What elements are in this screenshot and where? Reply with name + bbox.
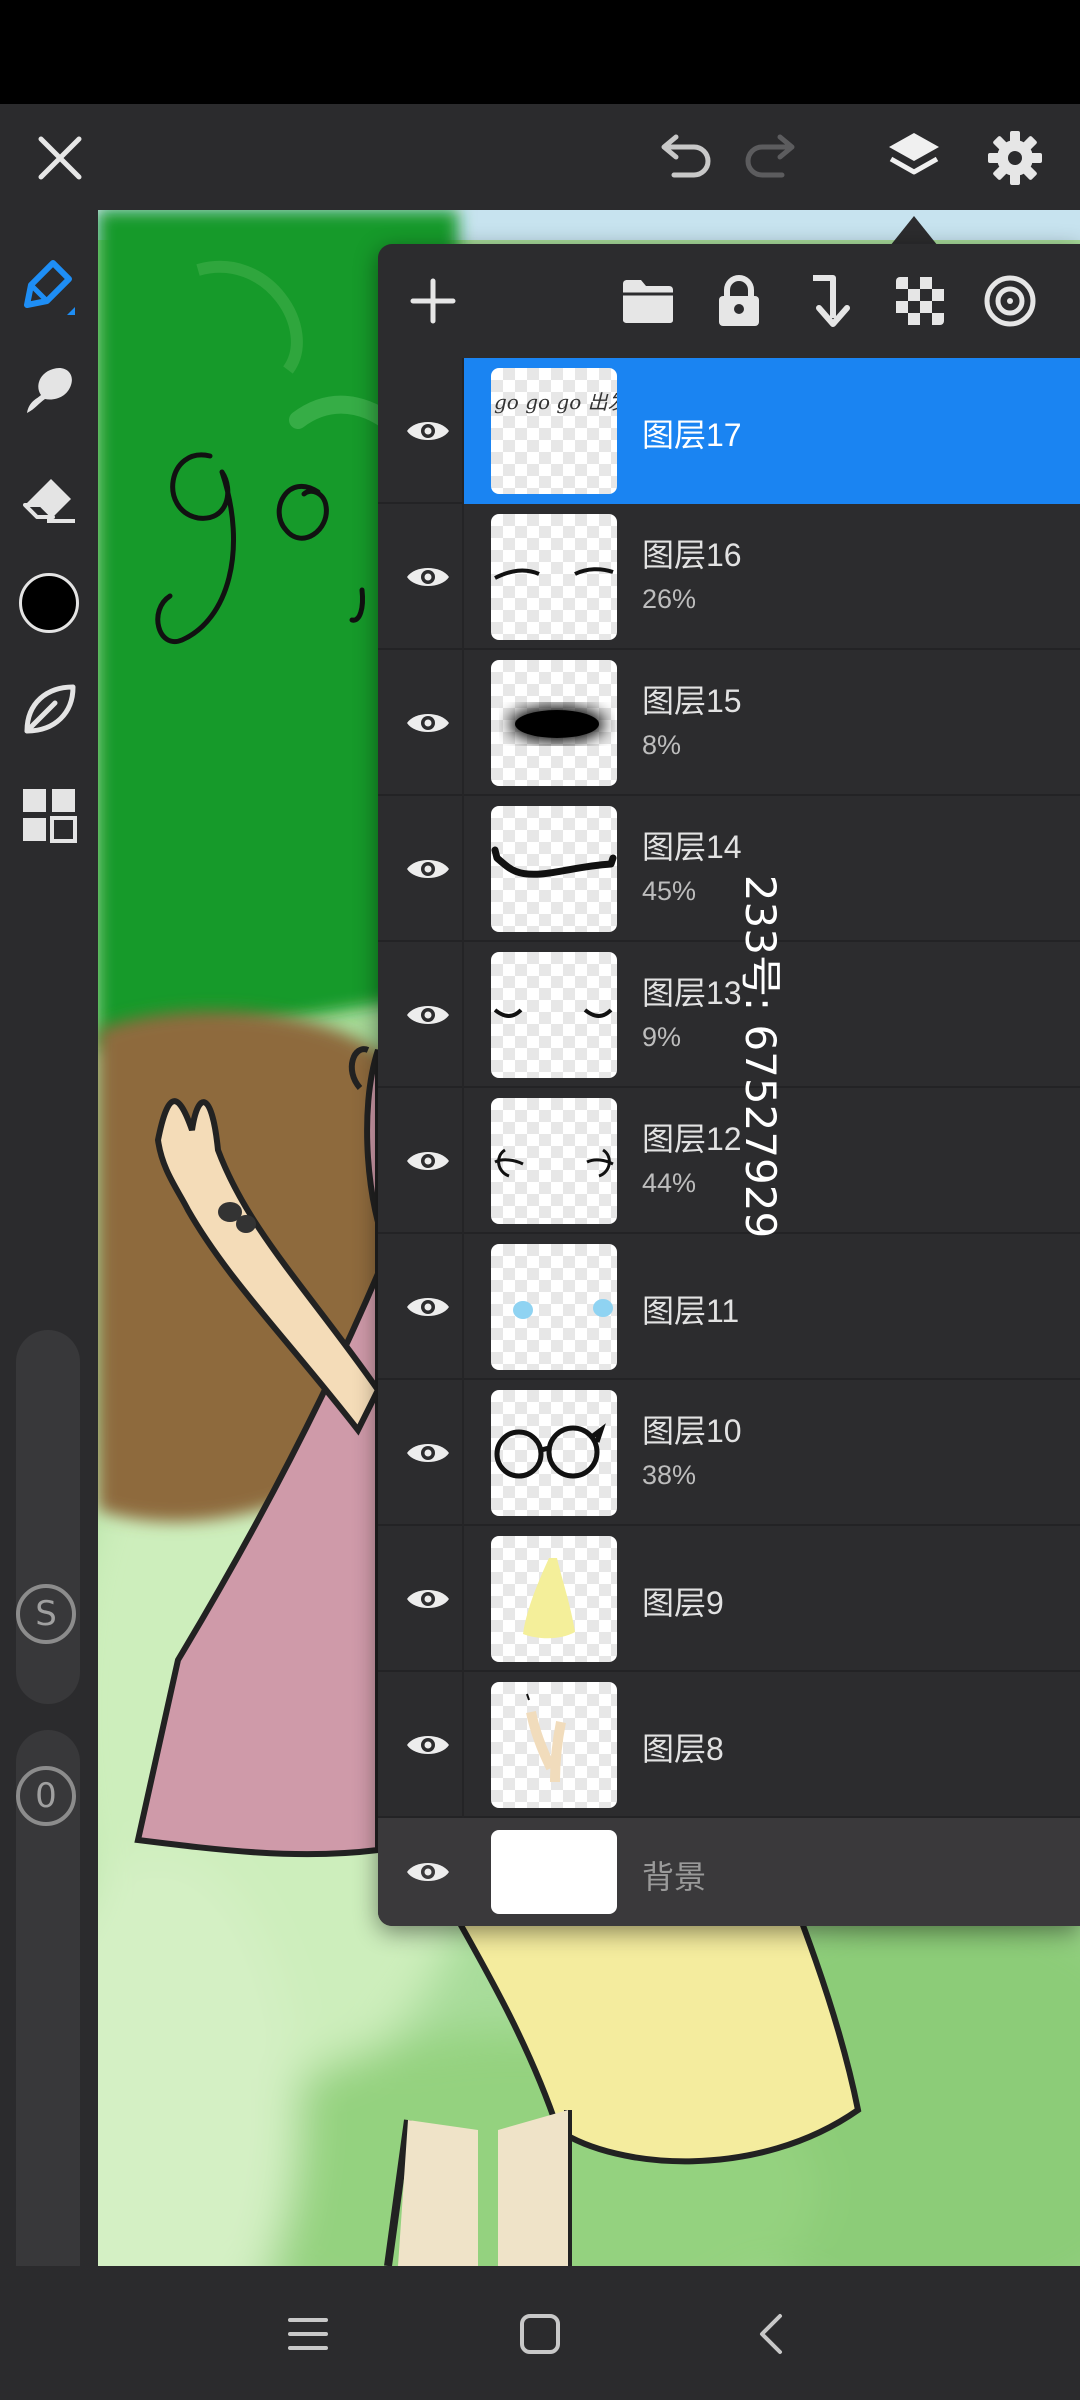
- layer-thumbnail: [491, 806, 617, 932]
- eye-icon[interactable]: [388, 975, 468, 1055]
- layer-thumbnail: go go go 出发咯: [491, 368, 617, 494]
- menu-icon[interactable]: [268, 2294, 348, 2374]
- eye-icon[interactable]: [388, 1559, 468, 1639]
- layer-row[interactable]: 图层9: [378, 1526, 1080, 1672]
- layer-name: 图层10: [642, 1413, 742, 1449]
- merge-down-icon[interactable]: [792, 264, 866, 338]
- folder-icon[interactable]: [611, 264, 685, 338]
- layer-row[interactable]: 图层8: [378, 1672, 1080, 1818]
- layer-opacity: 26%: [642, 584, 697, 614]
- undo-icon[interactable]: [643, 118, 723, 198]
- layer-name: 图层8: [642, 1731, 724, 1767]
- layer-row[interactable]: 图层16 26%: [378, 504, 1080, 650]
- opacity-button[interactable]: 0: [16, 1766, 76, 1826]
- gear-icon[interactable]: [975, 118, 1055, 198]
- target-icon[interactable]: [973, 264, 1047, 338]
- checker-icon[interactable]: [883, 264, 957, 338]
- thumbnail-handwriting: go go go 出发咯: [494, 390, 617, 414]
- layer-thumbnail: [491, 1682, 617, 1808]
- layer-name: 图层16: [642, 537, 742, 573]
- layer-thumbnail: [491, 514, 617, 640]
- plus-icon[interactable]: [396, 264, 470, 338]
- layer-opacity: 8%: [642, 730, 682, 760]
- eye-icon[interactable]: [388, 537, 468, 617]
- layer-name: 图层17: [642, 417, 742, 453]
- status-bar: [0, 0, 1080, 104]
- background-thumbnail: [491, 1830, 617, 1914]
- layer-row[interactable]: 图层10 38%: [378, 1380, 1080, 1526]
- eye-icon[interactable]: [388, 1705, 468, 1785]
- eye-icon[interactable]: [388, 829, 468, 909]
- tool-sidebar: S 0: [0, 210, 98, 2346]
- pen-icon[interactable]: [10, 248, 88, 326]
- layer-row[interactable]: 图层15 8%: [378, 650, 1080, 796]
- layer-thumbnail: [491, 952, 617, 1078]
- leaf-icon[interactable]: [10, 670, 88, 748]
- brush-size-slider[interactable]: [16, 1330, 80, 1704]
- eye-icon[interactable]: [388, 1413, 468, 1493]
- smudge-icon[interactable]: [10, 352, 88, 430]
- layer-opacity: 9%: [642, 1022, 682, 1052]
- layer-name: 图层12: [642, 1121, 742, 1157]
- eraser-icon[interactable]: [10, 458, 88, 536]
- eye-icon[interactable]: [388, 1267, 468, 1347]
- layer-row[interactable]: go go go 出发咯 图层17: [378, 358, 1080, 504]
- layer-opacity: 44%: [642, 1168, 697, 1198]
- layer-row[interactable]: 图层13 9%: [378, 942, 1080, 1088]
- eye-icon[interactable]: [388, 1832, 468, 1912]
- watermark-text: 233号: 67527929: [736, 874, 786, 1239]
- layers-panel: go go go 出发咯 图层17 图层16 26% 图层15 8% 图层14 …: [378, 244, 1080, 1926]
- layer-name: 图层14: [642, 829, 742, 865]
- layer-thumbnail: [491, 1536, 617, 1662]
- layer-name: 图层11: [642, 1293, 740, 1329]
- lock-icon[interactable]: [702, 264, 776, 338]
- layer-name: 图层9: [642, 1585, 724, 1621]
- layer-name: 背景: [642, 1859, 707, 1895]
- close-icon[interactable]: [20, 118, 100, 198]
- layer-row[interactable]: 图层12 44%: [378, 1088, 1080, 1234]
- layer-thumbnail: [491, 1390, 617, 1516]
- redo-icon[interactable]: [733, 118, 813, 198]
- layer-thumbnail: [491, 660, 617, 786]
- eye-icon[interactable]: [388, 1121, 468, 1201]
- layer-row[interactable]: 图层14 45%: [378, 796, 1080, 942]
- watermark: 233号: 67527929: [734, 826, 794, 1286]
- layer-name: 图层15: [642, 683, 742, 719]
- layer-name: 图层13: [642, 975, 742, 1011]
- layer-thumbnail: [491, 1244, 617, 1370]
- grid-icon[interactable]: [10, 776, 88, 854]
- layer-opacity: 38%: [642, 1460, 697, 1490]
- brush-size-button[interactable]: S: [16, 1584, 76, 1644]
- color-swatch[interactable]: [10, 564, 88, 642]
- back-icon[interactable]: [732, 2294, 812, 2374]
- layers-panel-pointer: [890, 216, 938, 246]
- eye-icon[interactable]: [388, 391, 468, 471]
- home-icon[interactable]: [500, 2294, 580, 2374]
- layers-icon[interactable]: [874, 118, 954, 198]
- layer-opacity: 45%: [642, 876, 697, 906]
- eye-icon[interactable]: [388, 683, 468, 763]
- layer-row[interactable]: 图层11: [378, 1234, 1080, 1380]
- background-layer-row[interactable]: 背景: [378, 1818, 1080, 1926]
- layer-thumbnail: [491, 1098, 617, 1224]
